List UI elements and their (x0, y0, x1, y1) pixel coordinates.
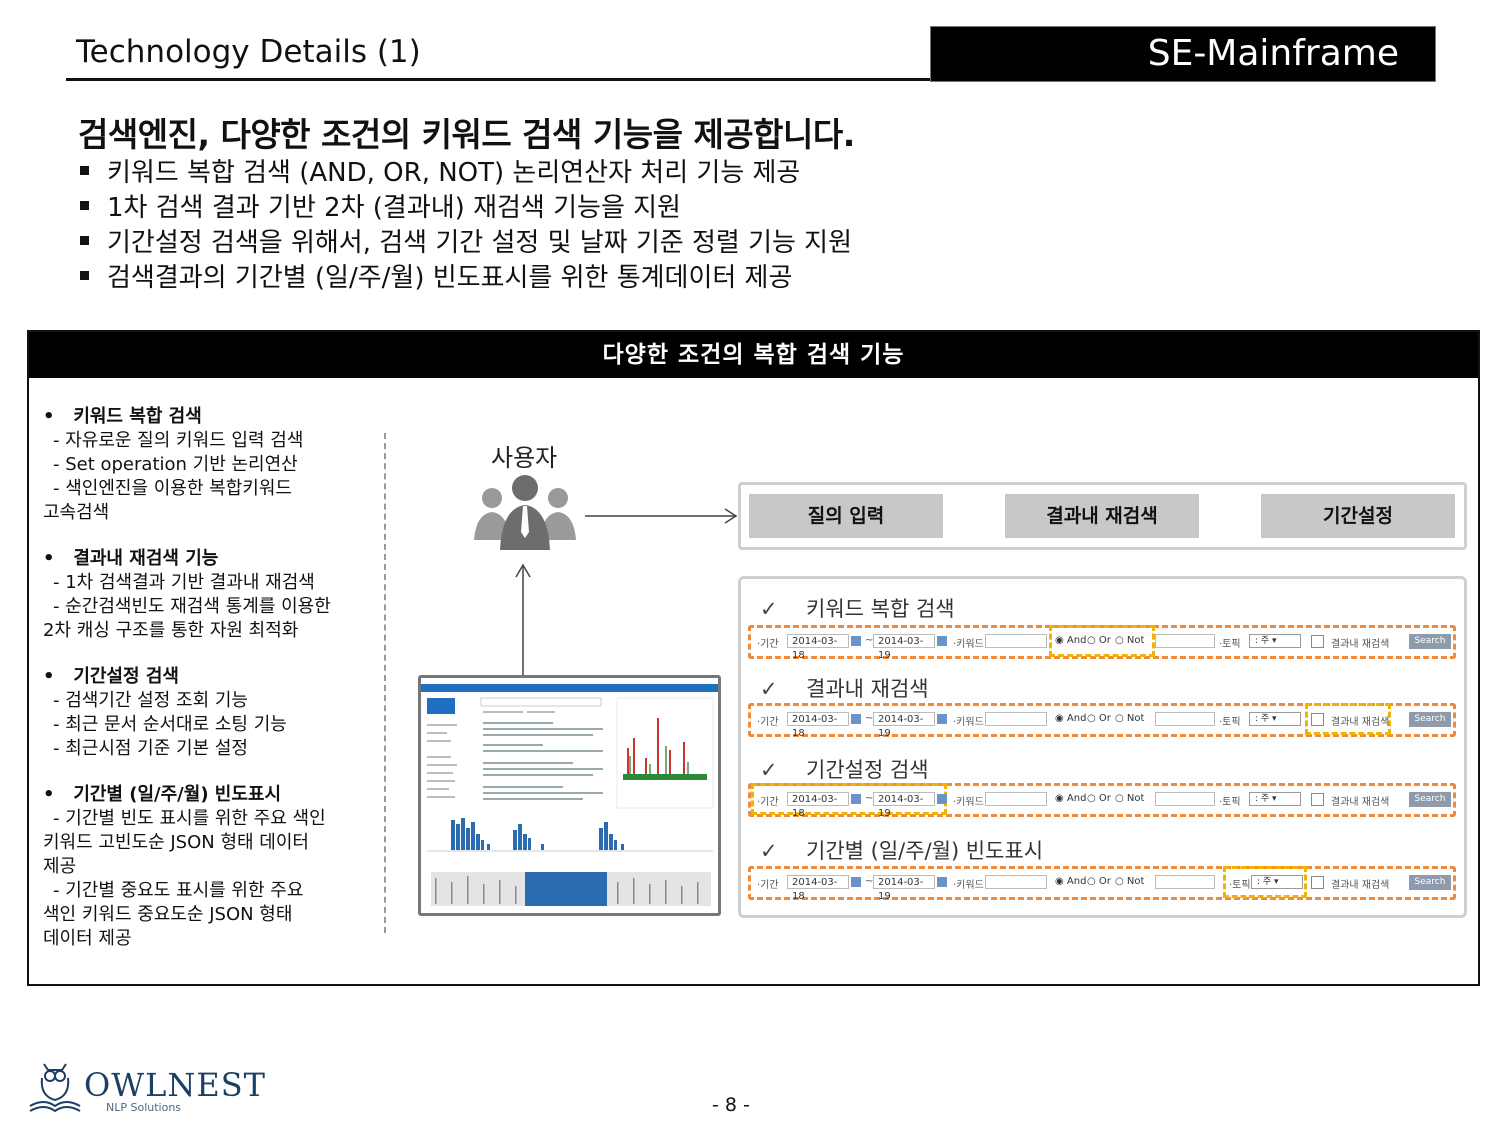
bullet-square-icon (80, 236, 89, 245)
brand-label: SE-Mainframe (1147, 33, 1399, 74)
rescan-checkbox[interactable] (1311, 876, 1324, 889)
date-from-field[interactable]: 2014-03-18 (787, 875, 849, 902)
date-to-field[interactable]: 2014-03-19 (873, 712, 935, 739)
logo-subtitle: NLP Solutions (106, 1101, 182, 1114)
calendar-icon[interactable] (937, 794, 947, 804)
feature-block: • 결과내 재검색 기능 - 1차 검색결과 기반 결과내 재검색 - 순간검색… (43, 548, 331, 641)
bullet-square-icon (80, 166, 89, 175)
feature-title: ✓ 기간설정 검색 (760, 758, 929, 782)
search-button[interactable]: Search (1409, 792, 1451, 807)
unit-select[interactable]: : 주 ▾ (1249, 634, 1301, 648)
calendar-icon[interactable] (937, 636, 947, 646)
calendar-icon[interactable] (851, 636, 861, 646)
and-radio[interactable]: ◉ And (1055, 635, 1086, 646)
calendar-icon[interactable] (937, 714, 947, 724)
search-row: ·기간 2014-03-18 ~ 2014-03-19 ·키워드 ◉ And ○… (748, 866, 1456, 902)
unit-select[interactable]: : 주 ▾ (1251, 875, 1303, 889)
check-icon: ✓ (760, 758, 778, 782)
keyword-field[interactable] (985, 875, 1047, 889)
search-button[interactable]: Search (1409, 712, 1451, 727)
date-to-field[interactable]: 2014-03-19 (873, 875, 935, 902)
date-from-field[interactable]: 2014-03-18 (787, 792, 849, 819)
date-to-field[interactable]: 2014-03-19 (873, 792, 935, 819)
rescan-checkbox[interactable] (1311, 713, 1324, 726)
and-radio[interactable]: ◉ And (1055, 713, 1086, 724)
bullet-square-icon (80, 201, 89, 210)
feature-title: ✓ 키워드 복합 검색 (760, 597, 955, 621)
feature-block: • 기간설정 검색 - 검색기간 설정 조회 기능 - 최근 문서 순서대로 소… (43, 666, 287, 759)
calendar-icon[interactable] (851, 794, 861, 804)
not-radio[interactable]: ○ Not (1115, 793, 1144, 804)
feature-title: ✓ 기간별 (일/주/월) 빈도표시 (760, 839, 1044, 863)
not-keyword-field[interactable] (1155, 634, 1215, 648)
keyword-field[interactable] (985, 634, 1047, 648)
check-icon: ✓ (760, 839, 778, 863)
results-thumbnail (421, 684, 718, 906)
rescan-checkbox[interactable] (1311, 635, 1324, 648)
and-radio[interactable]: ◉ And (1055, 793, 1086, 804)
not-radio[interactable]: ○ Not (1115, 713, 1144, 724)
not-radio[interactable]: ○ Not (1115, 635, 1144, 646)
stage-rescan: 결과내 재검색 (1005, 494, 1199, 538)
not-radio[interactable]: ○ Not (1115, 876, 1144, 887)
date-from-field[interactable]: 2014-03-18 (787, 634, 849, 661)
stage-period: 기간설정 (1261, 494, 1455, 538)
brand-box: SE-Mainframe (930, 26, 1436, 82)
and-radio[interactable]: ◉ And (1055, 876, 1086, 887)
bullet-item: 검색결과의 기간별 (일/주/월) 빈도표시를 위한 통계데이터 제공 (80, 257, 792, 294)
date-to-field[interactable]: 2014-03-19 (873, 634, 935, 661)
search-results-screenshot (418, 675, 721, 916)
search-row: ·기간 2014-03-18 ~ 2014-03-19 ·키워드 ◉ And ○… (748, 783, 1456, 819)
search-row: ·기간 2014-03-18 ~ 2014-03-19 ·키워드 ◉ And ○… (748, 703, 1456, 739)
feature-description-list: • 키워드 복합 검색 - 자유로운 질의 키워드 입력 검색 - Set op… (43, 405, 373, 951)
keyword-field[interactable] (985, 712, 1047, 726)
not-keyword-field[interactable] (1155, 875, 1215, 889)
not-keyword-field[interactable] (1155, 792, 1215, 806)
search-button[interactable]: Search (1409, 634, 1451, 649)
flow-arrows (515, 508, 738, 675)
user-label: 사용자 (491, 444, 558, 472)
feature-title: ✓ 결과내 재검색 (760, 677, 929, 701)
calendar-icon[interactable] (851, 714, 861, 724)
page-title: Technology Details (1) (76, 34, 421, 70)
or-radio[interactable]: ○ Or (1087, 793, 1111, 804)
page-number: - 8 - (712, 1094, 750, 1116)
stage-query-input: 질의 입력 (749, 494, 943, 538)
feature-block: • 기간별 (일/주/월) 빈도표시 - 기간별 빈도 표시를 위한 주요 색인… (43, 784, 326, 949)
search-button[interactable]: Search (1409, 875, 1451, 890)
unit-select[interactable]: : 주 ▾ (1249, 792, 1301, 806)
check-icon: ✓ (760, 597, 778, 621)
column-divider (384, 433, 386, 933)
check-icon: ✓ (760, 677, 778, 701)
calendar-icon[interactable] (851, 877, 861, 887)
logo-text: OWLNEST (84, 1066, 266, 1104)
keyword-field[interactable] (985, 792, 1047, 806)
search-row: ·기간 2014-03-18 ~ 2014-03-19 ·키워드 ◉ And ○… (748, 625, 1456, 661)
title-rule (66, 78, 932, 81)
rescan-checkbox[interactable] (1311, 793, 1324, 806)
bullet-item: 기간설정 검색을 위해서, 검색 기간 설정 및 날짜 기준 정렬 기능 지원 (80, 222, 852, 259)
feature-block: • 키워드 복합 검색 - 자유로운 질의 키워드 입력 검색 - Set op… (43, 406, 304, 523)
or-radio[interactable]: ○ Or (1087, 635, 1111, 646)
headline: 검색엔진, 다양한 조건의 키워드 검색 기능을 제공합니다. (78, 115, 855, 154)
owl-logo-icon (29, 1063, 81, 1113)
not-keyword-field[interactable] (1155, 712, 1215, 726)
calendar-icon[interactable] (937, 877, 947, 887)
or-radio[interactable]: ○ Or (1087, 876, 1111, 887)
bullet-square-icon (80, 271, 89, 280)
bullet-item: 키워드 복합 검색 (AND, OR, NOT) 논리연산자 처리 기능 제공 (80, 152, 800, 189)
date-from-field[interactable]: 2014-03-18 (787, 712, 849, 739)
panel-title: 다양한 조건의 복합 검색 기능 (29, 332, 1478, 378)
unit-select[interactable]: : 주 ▾ (1249, 712, 1301, 726)
bullet-item: 1차 검색 결과 기반 2차 (결과내) 재검색 기능을 지원 (80, 187, 681, 224)
or-radio[interactable]: ○ Or (1087, 713, 1111, 724)
